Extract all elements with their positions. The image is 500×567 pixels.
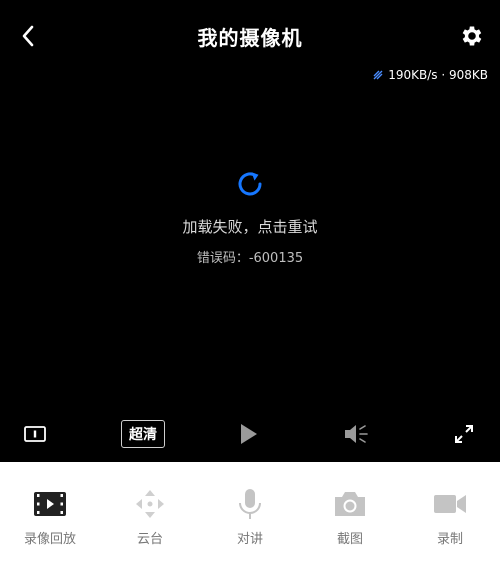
network-speed-icon [373,70,383,80]
camera-screen: 我的摄像机 190KB/s · 908KB 加载失败，点击重试 错误码：-600… [0,0,500,567]
reload-button[interactable] [234,168,266,200]
gear-icon [462,26,482,46]
playback-button[interactable]: 录像回放 [0,462,100,567]
fullscreen-button[interactable] [448,414,480,454]
playback-label: 录像回放 [23,532,76,547]
fit-screen-button[interactable] [18,414,52,454]
page-title: 我的摄像机 [197,26,303,50]
refresh-icon [238,172,262,196]
microphone-icon [237,488,263,520]
record-button[interactable]: 录制 [400,462,500,567]
quality-label: 超清 [121,420,165,448]
video-camera-icon [433,488,467,520]
dpad-icon [134,488,166,520]
error-message[interactable]: 加载失败，点击重试 [0,216,500,237]
film-icon [33,488,67,520]
ptz-label: 云台 [136,532,163,547]
ptz-button[interactable]: 云台 [100,462,200,567]
talk-label: 对讲 [236,532,263,547]
load-status: 加载失败，点击重试 错误码：-600135 [0,168,500,266]
aspect-ratio-icon [24,426,46,442]
bottom-toolbar: 录像回放 云台 对讲 截图 录制 [0,462,500,567]
speaker-icon [345,425,368,443]
fullscreen-icon [455,425,473,443]
error-code: 错误码：-600135 [196,251,304,266]
network-speed-text: 190KB/s · 908KB [388,68,488,82]
play-icon [241,424,257,444]
header: 我的摄像机 [0,0,500,72]
network-speed: 190KB/s · 908KB [372,68,488,82]
mute-button[interactable] [340,414,374,454]
screenshot-button[interactable]: 截图 [300,462,400,567]
record-label: 录制 [436,532,463,547]
player-controls: 超清 [0,414,500,454]
quality-button[interactable]: 超清 [116,414,170,454]
play-button[interactable] [234,414,264,454]
settings-button[interactable] [456,20,488,52]
talk-button[interactable]: 对讲 [200,462,300,567]
screenshot-label: 截图 [336,532,363,547]
camera-icon [333,488,367,520]
